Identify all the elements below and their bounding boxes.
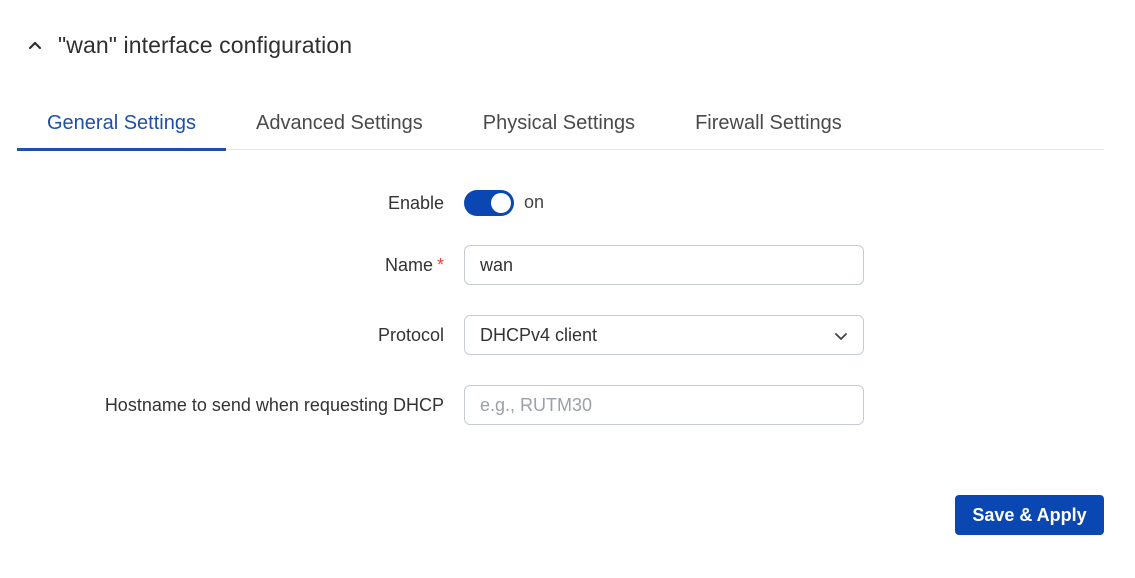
chevron-up-icon[interactable] — [24, 34, 46, 56]
enable-control: on — [464, 190, 544, 216]
enable-label: Enable — [387, 192, 444, 213]
hostname-label: Hostname to send when requesting DHCP — [104, 394, 444, 415]
section-title: "wan" interface configuration — [58, 31, 353, 58]
protocol-label: Protocol — [377, 324, 444, 345]
required-mark: * — [436, 254, 444, 275]
enable-state-text: on — [524, 192, 545, 212]
name-row: Name * — [0, 245, 1135, 285]
tab-bar: General Settings Advanced Settings Physi… — [17, 96, 1104, 151]
enable-toggle[interactable] — [464, 190, 514, 216]
name-label: Name — [384, 254, 433, 275]
section-header[interactable]: "wan" interface configuration — [24, 30, 352, 60]
chevron-down-icon — [834, 325, 848, 346]
hostname-row: Hostname to send when requesting DHCP — [0, 385, 1135, 425]
tab-advanced-settings[interactable]: Advanced Settings — [226, 96, 453, 150]
name-label-wrap: Name * — [0, 255, 444, 276]
hostname-input[interactable] — [464, 385, 864, 425]
protocol-select[interactable]: DHCPv4 client — [464, 315, 864, 355]
toggle-knob — [491, 193, 511, 213]
enable-row: Enable on — [0, 189, 1135, 217]
tab-general-settings[interactable]: General Settings — [17, 96, 226, 151]
protocol-row: Protocol DHCPv4 client — [0, 315, 1135, 355]
save-apply-button[interactable]: Save & Apply — [955, 495, 1104, 535]
tab-physical-settings[interactable]: Physical Settings — [453, 96, 665, 150]
protocol-value: DHCPv4 client — [480, 324, 598, 345]
tab-firewall-settings[interactable]: Firewall Settings — [665, 96, 872, 150]
name-input[interactable] — [464, 245, 864, 285]
